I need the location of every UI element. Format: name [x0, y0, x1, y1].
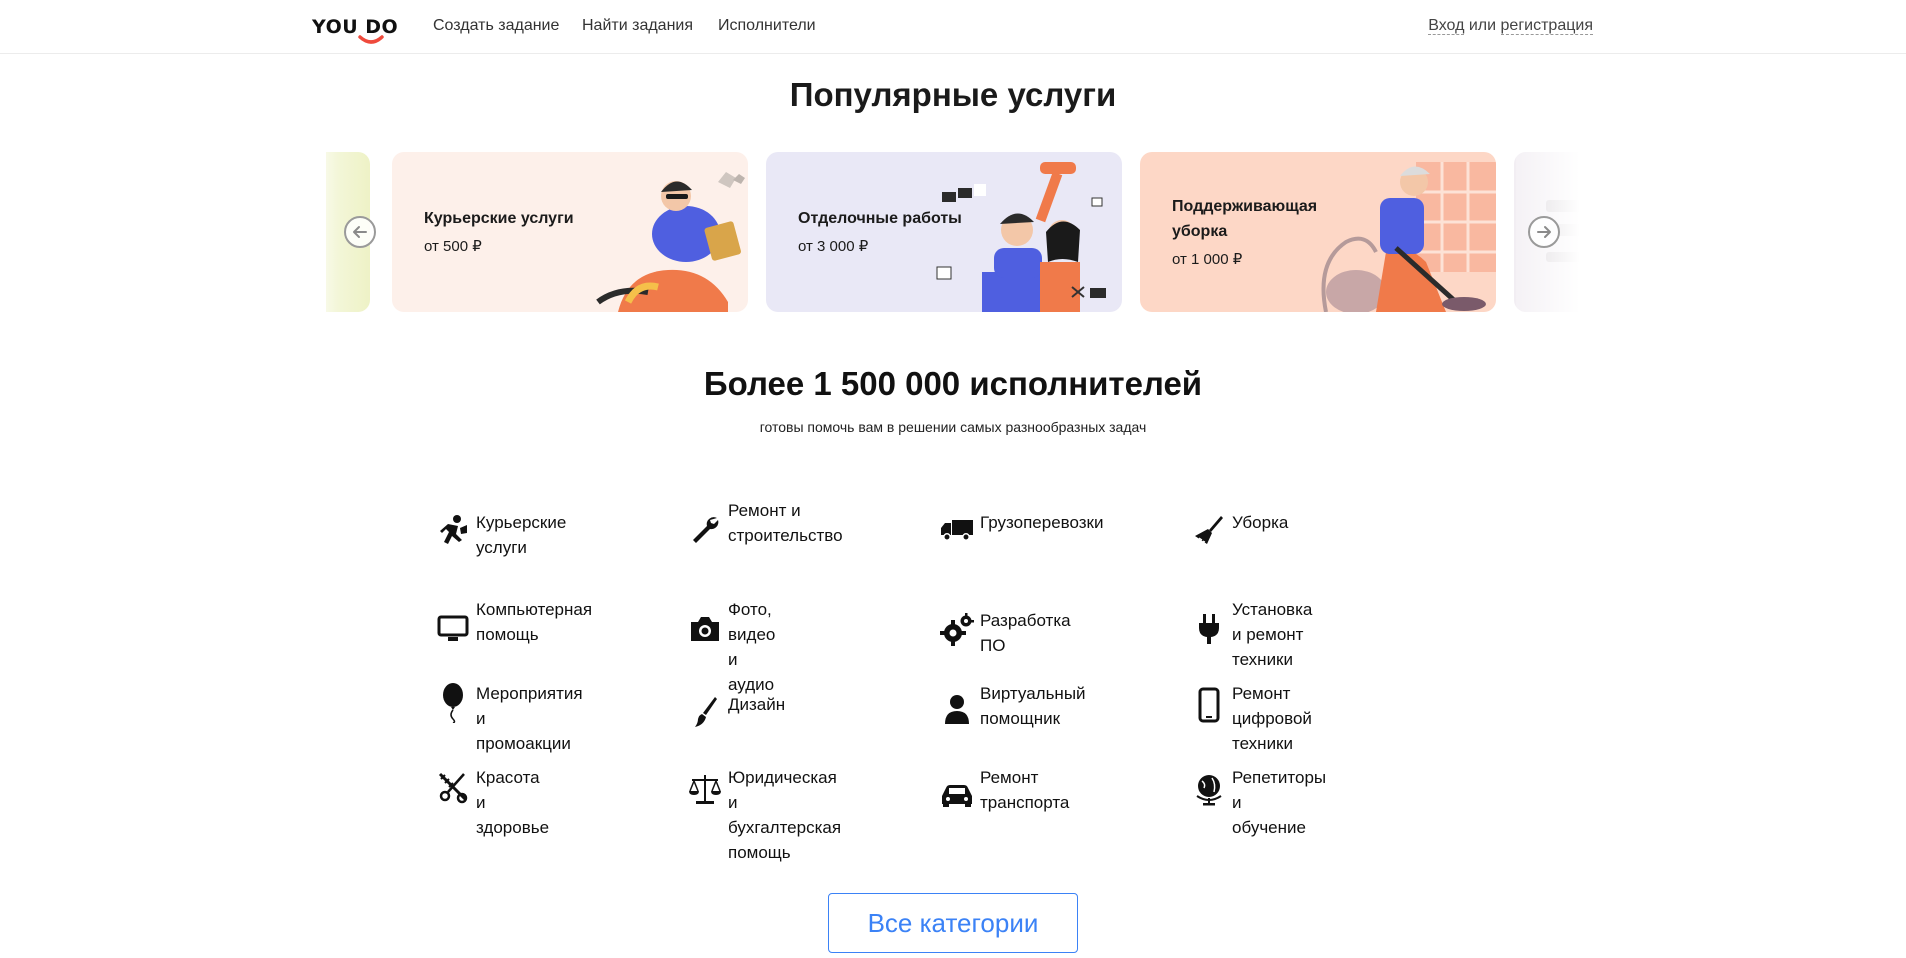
logo-text: YOU DO	[312, 16, 399, 38]
car-icon	[940, 777, 974, 813]
service-card-price: от 3 000 ₽	[798, 238, 869, 255]
phone-icon	[1192, 687, 1226, 723]
category-label: Ремонт цифровой техники	[1232, 684, 1312, 753]
category-label: Ремонт транспорта	[980, 768, 1070, 812]
category-label: Установка и ремонт техники	[1232, 600, 1313, 669]
scales-icon	[688, 771, 722, 807]
category-label: Уборка	[1232, 513, 1289, 532]
auth-links: Вход или регистрация	[1428, 17, 1593, 35]
arrow-left-icon	[353, 226, 367, 238]
cleaning-illustration	[1321, 162, 1496, 312]
courier-icon	[436, 512, 470, 548]
comb-scissors-icon	[436, 769, 470, 805]
category-label: Разработка ПО	[980, 611, 1071, 655]
performers-subtitle: готовы помочь вам в решении самых разноо…	[759, 419, 1147, 435]
service-card-title: Курьерские услуги	[424, 210, 574, 227]
courier-illustration	[596, 172, 745, 312]
popular-services-carousel: Курьерские услуги от 500 ₽ Отделочные ра…	[326, 152, 1580, 312]
service-card-courier[interactable]: Курьерские услуги от 500 ₽	[392, 152, 748, 312]
monitor-icon	[436, 611, 470, 647]
gears-icon	[940, 612, 974, 648]
logo-smile-icon	[358, 35, 384, 44]
category-label: Компьютерная помощь	[476, 600, 593, 644]
nav-performers[interactable]: Исполнители	[718, 17, 816, 35]
category-label: Юридическая и бухгалтерская помощь	[728, 768, 842, 862]
wrench-icon	[688, 512, 722, 548]
category-label: Виртуальный помощник	[980, 684, 1086, 728]
nav-create-task[interactable]: Создать задание	[433, 17, 559, 35]
finishing-illustration	[936, 162, 1106, 312]
person-icon	[940, 691, 974, 727]
popular-services-title: Популярные услуги	[789, 76, 1117, 113]
category-label: Ремонт и строительство	[728, 501, 843, 545]
nav-find-tasks[interactable]: Найти задания	[582, 17, 693, 35]
broom-icon	[1192, 512, 1226, 548]
category-label: Репетиторы и обучение	[1232, 768, 1327, 837]
category-label: Грузоперевозки	[980, 513, 1104, 532]
category-label: Фото, видео и аудио	[728, 600, 776, 694]
service-card-price: от 1 000 ₽	[1172, 251, 1243, 268]
service-card-price: от 500 ₽	[424, 238, 482, 255]
login-link[interactable]: Вход	[1428, 17, 1465, 35]
carousel-prev-button[interactable]	[344, 216, 376, 248]
plug-icon	[1192, 611, 1226, 647]
service-card-finishing[interactable]: Отделочные работы от 3 000 ₽	[766, 152, 1122, 312]
carousel-next-button[interactable]	[1528, 216, 1560, 248]
auth-or-text: или	[1468, 17, 1497, 34]
truck-icon	[940, 512, 974, 548]
arrow-right-icon	[1537, 226, 1551, 238]
youdo-logo[interactable]: YOU DO	[312, 14, 398, 48]
header: YOU DO Создать задание Найти задания Исп…	[0, 0, 1906, 54]
category-label: Курьерские услуги	[476, 513, 567, 557]
service-card-cleaning[interactable]: Поддерживающая уборка от 1 000 ₽	[1140, 152, 1496, 312]
camera-icon	[688, 611, 722, 647]
category-label: Мероприятия и промоакции	[476, 684, 583, 753]
category-label: Красота и здоровье	[476, 768, 550, 837]
balloon-icon	[436, 683, 470, 723]
register-link[interactable]: регистрация	[1500, 17, 1593, 35]
all-categories-button[interactable]: Все категории	[828, 893, 1078, 953]
brush-icon	[688, 694, 722, 730]
category-label: Дизайн	[728, 695, 786, 714]
globe-icon	[1192, 771, 1226, 807]
performers-title: Более 1 500 000 исполнителей	[703, 365, 1203, 402]
